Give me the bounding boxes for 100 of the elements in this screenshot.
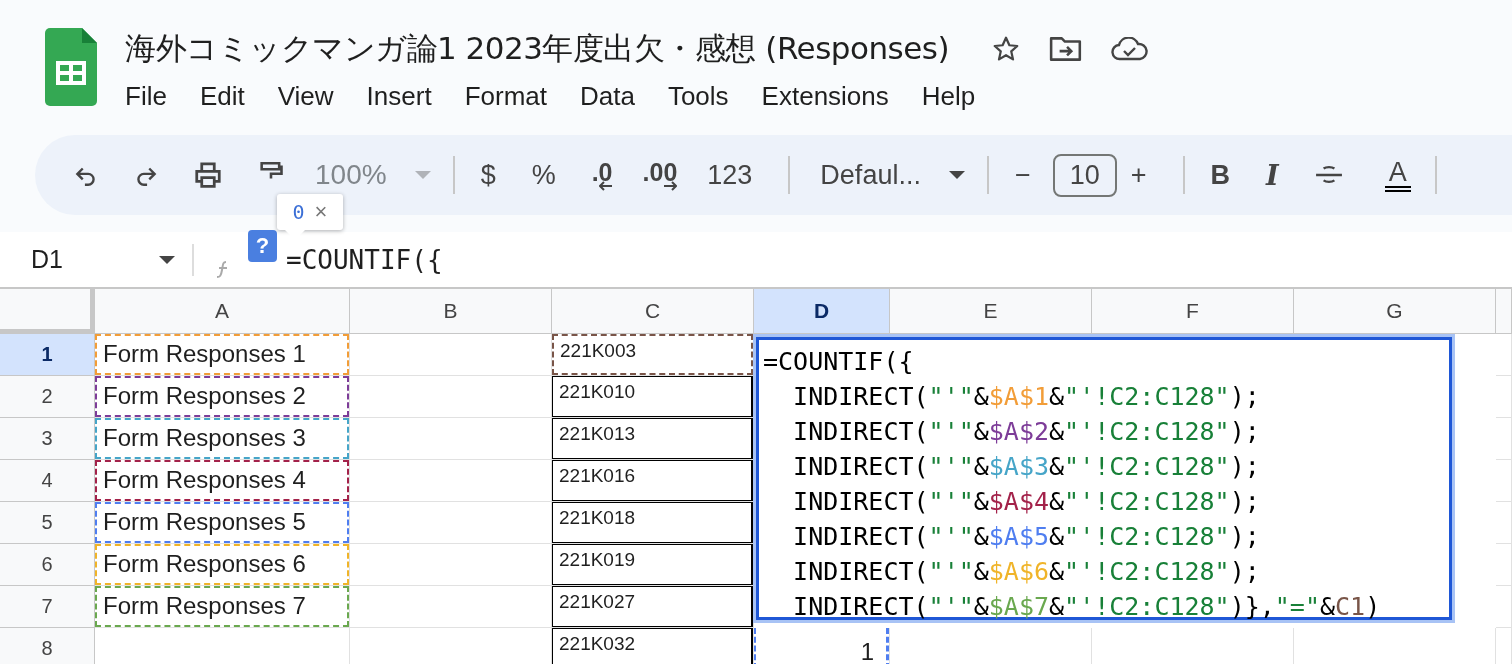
bordered-cell: 221K032: [552, 628, 753, 664]
formula-token: );: [1229, 382, 1260, 411]
left-arrow-icon: [598, 181, 613, 191]
sheets-logo-icon[interactable]: [45, 28, 97, 106]
formula-field[interactable]: =COUNTIF({: [286, 244, 443, 275]
formula-token: "=": [1274, 592, 1320, 621]
column-header[interactable]: F: [1092, 289, 1294, 334]
formula-token: $A$6: [988, 557, 1049, 586]
formula-token: &: [1049, 522, 1065, 551]
formula-token: &: [1049, 452, 1065, 481]
italic-button[interactable]: I: [1266, 159, 1279, 191]
bordered-cell: 221K016: [552, 460, 753, 501]
formula-token: "'!C2:C128": [1064, 452, 1230, 481]
bordered-cell: 221K010: [552, 376, 753, 417]
decrease-font-size-button[interactable]: −: [1014, 159, 1031, 191]
formula-token: "'": [928, 592, 974, 621]
formula-token: INDIRECT(: [792, 557, 929, 586]
formula-token: );: [1229, 487, 1260, 516]
formula-token: &: [973, 487, 989, 516]
row-header[interactable]: 3: [0, 418, 95, 460]
print-icon[interactable]: [193, 160, 223, 190]
menu-item[interactable]: File: [125, 81, 167, 112]
formula-token: INDIRECT(: [792, 592, 929, 621]
formula-token: "'": [928, 487, 974, 516]
cloud-check-icon[interactable]: [1111, 37, 1150, 61]
formula-token: "'": [928, 522, 974, 551]
formula-token: $A$4: [988, 487, 1049, 516]
formula-token: "'!C2:C128": [1064, 382, 1230, 411]
caret-icon[interactable]: [159, 255, 175, 264]
menu-item[interactable]: Edit: [199, 81, 245, 112]
menu-item[interactable]: Data: [580, 81, 635, 112]
formula-editor[interactable]: [756, 337, 1452, 620]
bold-button[interactable]: B: [1210, 159, 1231, 191]
formula-token: INDIRECT(: [792, 452, 929, 481]
formula-token: &: [973, 592, 989, 621]
formula-token: &: [1049, 487, 1065, 516]
caret-icon[interactable]: [948, 171, 965, 179]
formula-token: );: [1229, 417, 1260, 446]
bordered-cell: 221K019: [552, 544, 753, 585]
formula-token: $A$2: [988, 417, 1049, 446]
formula-token: INDIRECT(: [792, 522, 929, 551]
font-dropdown[interactable]: Defaul...: [820, 159, 921, 191]
formula-token: "'": [928, 417, 974, 446]
formula-token: "'!C2:C128": [1064, 557, 1230, 586]
percent-button[interactable]: %: [531, 159, 556, 191]
bordered-cell: 221K018: [552, 502, 753, 543]
column-header[interactable]: A: [95, 289, 350, 334]
menu-item[interactable]: Format: [464, 81, 547, 112]
cell-reference-highlight: Form Responses 5: [95, 502, 349, 543]
menu-item[interactable]: Help: [921, 81, 976, 112]
currency-button[interactable]: $: [480, 159, 496, 191]
formula-token: &: [973, 452, 989, 481]
formula-token: &: [1049, 382, 1065, 411]
menu-item[interactable]: Insert: [366, 81, 432, 112]
column-header[interactable]: D: [754, 289, 890, 334]
formula-token: );: [1229, 557, 1260, 586]
number-format-button[interactable]: 123: [707, 159, 753, 191]
formula-token: )},: [1229, 592, 1275, 621]
increase-decimals-button[interactable]: .00: [642, 159, 678, 191]
document-title[interactable]: 海外コミックマンガ論1 2023年度出欠・感想 (Responses): [125, 28, 950, 70]
menu-item[interactable]: Extensions: [761, 81, 889, 112]
row-header[interactable]: 1: [0, 334, 95, 376]
formula-token: );: [1229, 452, 1260, 481]
formula-token: &: [1319, 592, 1336, 621]
text-color-button[interactable]: A: [1384, 158, 1411, 192]
column-header[interactable]: B: [350, 289, 552, 334]
row-header[interactable]: 6: [0, 544, 95, 586]
cell-reference-highlight: 221K003: [552, 334, 753, 375]
formula-token: "'!C2:C128": [1064, 417, 1230, 446]
bordered-cell: 221K027: [552, 586, 753, 627]
name-box[interactable]: D1: [31, 245, 159, 274]
selected-range-cell: 1: [754, 628, 889, 664]
formula-token: $A$7: [988, 592, 1049, 621]
column-header[interactable]: E: [890, 289, 1092, 334]
menu-item[interactable]: Tools: [667, 81, 729, 112]
formula-token: ): [1365, 592, 1381, 621]
formula-token: "'!C2:C128": [1064, 522, 1230, 551]
formula-token: INDIRECT(: [792, 417, 929, 446]
column-header[interactable]: C: [552, 289, 754, 334]
row-header[interactable]: 2: [0, 376, 95, 418]
row-header[interactable]: 8: [0, 628, 95, 664]
move-folder-icon[interactable]: [1049, 35, 1084, 63]
cell-reference-highlight: Form Responses 2: [95, 376, 349, 417]
formula-token: $A$3: [988, 452, 1049, 481]
formula-token: &: [1049, 417, 1065, 446]
column-header[interactable]: G: [1294, 289, 1496, 334]
row-header[interactable]: 5: [0, 502, 95, 544]
strikethrough-icon[interactable]: [1314, 164, 1343, 186]
font-size-field[interactable]: 10: [1052, 153, 1117, 197]
decrease-decimals-button[interactable]: .0: [591, 159, 613, 191]
row-header[interactable]: 7: [0, 586, 95, 628]
row-header[interactable]: 4: [0, 460, 95, 502]
formula-token: &: [1049, 557, 1065, 586]
increase-font-size-button[interactable]: +: [1130, 159, 1147, 191]
formula-token: );: [1229, 522, 1260, 551]
close-button[interactable]: ×: [314, 199, 328, 225]
help-badge[interactable]: ?: [248, 230, 277, 262]
menu-item[interactable]: View: [277, 81, 334, 112]
tooltip-value: 0: [292, 200, 305, 224]
cell-reference-highlight: Form Responses 1: [95, 334, 349, 375]
